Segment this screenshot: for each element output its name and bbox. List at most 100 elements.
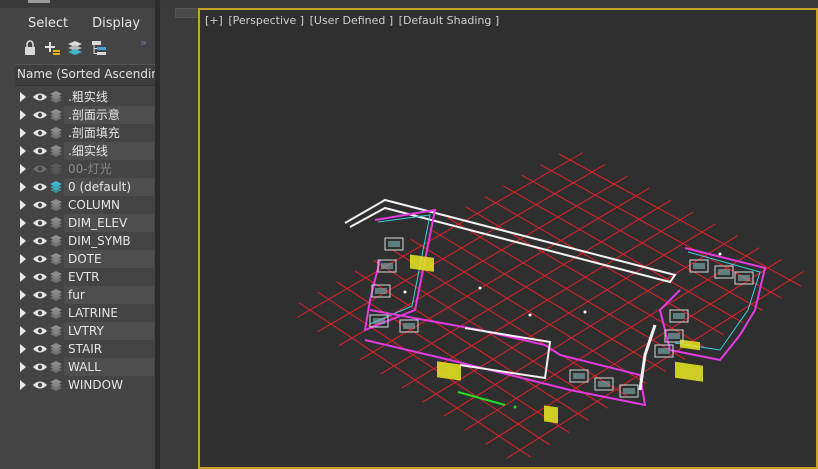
layer-row[interactable]: STAIR [15,340,155,358]
eye-visibility-icon[interactable] [32,289,48,301]
layer-name: STAIR [68,342,103,356]
hierarchy-icon[interactable] [89,38,109,58]
eye-visibility-icon[interactable] [32,91,48,103]
perspective-viewport[interactable]: [+] [Perspective ] [User Defined ] [Defa… [198,8,818,469]
grid-line [296,152,584,318]
lock-icon[interactable] [20,38,40,58]
layer-stack-icon[interactable] [49,306,63,320]
layer-stack-icon[interactable] [49,252,63,266]
layer-row[interactable]: LVTRY [15,322,155,340]
layer-stack-icon[interactable] [49,198,63,212]
layer-stack-icon[interactable] [49,378,63,392]
room-fill [693,263,705,269]
create-layer-icon[interactable] [42,38,62,58]
room-fill [388,241,400,247]
menu-display[interactable]: Display [80,14,152,34]
layer-row[interactable]: WINDOW [15,376,155,394]
eye-visibility-icon[interactable] [32,181,48,193]
scene-explorer-panel: Select Display » Name (Sorted Ascending … [0,8,167,469]
layer-stack-icon[interactable] [49,144,63,158]
eye-visibility-icon[interactable] [32,307,48,319]
expand-arrow-icon[interactable] [20,182,26,192]
layer-stack-icon[interactable] [49,126,63,140]
layer-name: LVTRY [64,322,154,340]
eye-visibility-icon[interactable] [32,253,48,265]
eye-visibility-icon[interactable] [32,109,48,121]
layer-row[interactable]: WALL [15,358,155,376]
name-column-header[interactable]: Name (Sorted Ascending [15,64,167,86]
layer-row[interactable]: COLUMN [15,196,155,214]
eye-visibility-icon[interactable] [32,145,48,157]
layer-stack-icon[interactable] [49,288,63,302]
eye-visibility-icon[interactable] [32,325,48,337]
layer-row[interactable]: .粗实线 [15,88,155,106]
expand-arrow-icon[interactable] [20,290,26,300]
explorer-toolbar: » [18,36,153,60]
eye-visibility-icon[interactable] [32,235,48,247]
room-fill [375,288,387,294]
layer-stack-icon[interactable] [49,360,63,374]
strip-handle [175,8,199,18]
room-fill [598,381,610,387]
layer-row[interactable]: 00-灯光 [15,160,155,178]
green-marker [513,405,517,409]
layer-stack-icon[interactable] [49,270,63,284]
expand-arrow-icon[interactable] [20,380,26,390]
expand-arrow-icon[interactable] [20,272,26,282]
expand-arrow-icon[interactable] [20,236,26,246]
expand-arrow-icon[interactable] [20,308,26,318]
layer-name: 0 (default) [64,178,154,196]
title-tick [28,0,50,3]
eye-visibility-icon[interactable] [32,271,48,283]
eye-visibility-icon[interactable] [32,217,48,229]
eye-visibility-icon[interactable] [32,343,48,355]
header-label: Name (Sorted Ascending [17,67,167,81]
toolbar-overflow-icon[interactable]: » [140,36,147,49]
expand-arrow-icon[interactable] [20,164,26,174]
expand-arrow-icon[interactable] [20,326,26,336]
eye-visibility-icon[interactable] [32,163,48,175]
layer-row[interactable]: .细实线 [15,142,155,160]
layer-stack-icon[interactable] [49,234,63,248]
layer-row[interactable]: DOTE [15,250,155,268]
expand-arrow-icon[interactable] [20,344,26,354]
room-fill [403,323,415,329]
layers-icon[interactable] [65,38,85,58]
layer-name: .粗实线 [68,90,108,104]
marker-dot [528,313,532,317]
layer-row[interactable]: fur [15,286,155,304]
layer-row[interactable]: .剖面填充 [15,124,155,142]
layer-row[interactable]: LATRINE [15,304,155,322]
layer-stack-icon[interactable] [49,180,63,194]
layer-stack-icon[interactable] [49,324,63,338]
viewport-side-strip [160,8,199,469]
layer-stack-icon[interactable] [49,216,63,230]
layer-row[interactable]: EVTR [15,268,155,286]
expand-arrow-icon[interactable] [20,146,26,156]
layer-row[interactable]: DIM_SYMB [15,232,155,250]
layer-row[interactable]: DIM_ELEV [15,214,155,232]
expand-arrow-icon[interactable] [20,254,26,264]
layer-list: .粗实线 .剖面示意 .剖面填充 .细实线 00-灯光 0 (default) COLUMN… [15,88,155,394]
eye-visibility-icon[interactable] [32,361,48,373]
layer-name: DIM_SYMB [68,234,131,248]
expand-arrow-icon[interactable] [20,92,26,102]
eye-visibility-icon[interactable] [32,379,48,391]
menu-select[interactable]: Select [16,14,80,34]
hatch-block [544,405,558,424]
layer-row[interactable]: 0 (default) [15,178,155,196]
layer-stack-icon[interactable] [49,108,63,122]
layer-stack-icon[interactable] [49,342,63,356]
layer-name: WALL [64,358,154,376]
expand-arrow-icon[interactable] [20,362,26,372]
room-fill [738,275,750,281]
eye-visibility-icon[interactable] [32,127,48,139]
layer-row[interactable]: .剖面示意 [15,106,155,124]
expand-arrow-icon[interactable] [20,200,26,210]
layer-stack-icon[interactable] [49,162,63,176]
expand-arrow-icon[interactable] [20,110,26,120]
eye-visibility-icon[interactable] [32,199,48,211]
expand-arrow-icon[interactable] [20,128,26,138]
expand-arrow-icon[interactable] [20,218,26,228]
layer-stack-icon[interactable] [49,90,63,104]
